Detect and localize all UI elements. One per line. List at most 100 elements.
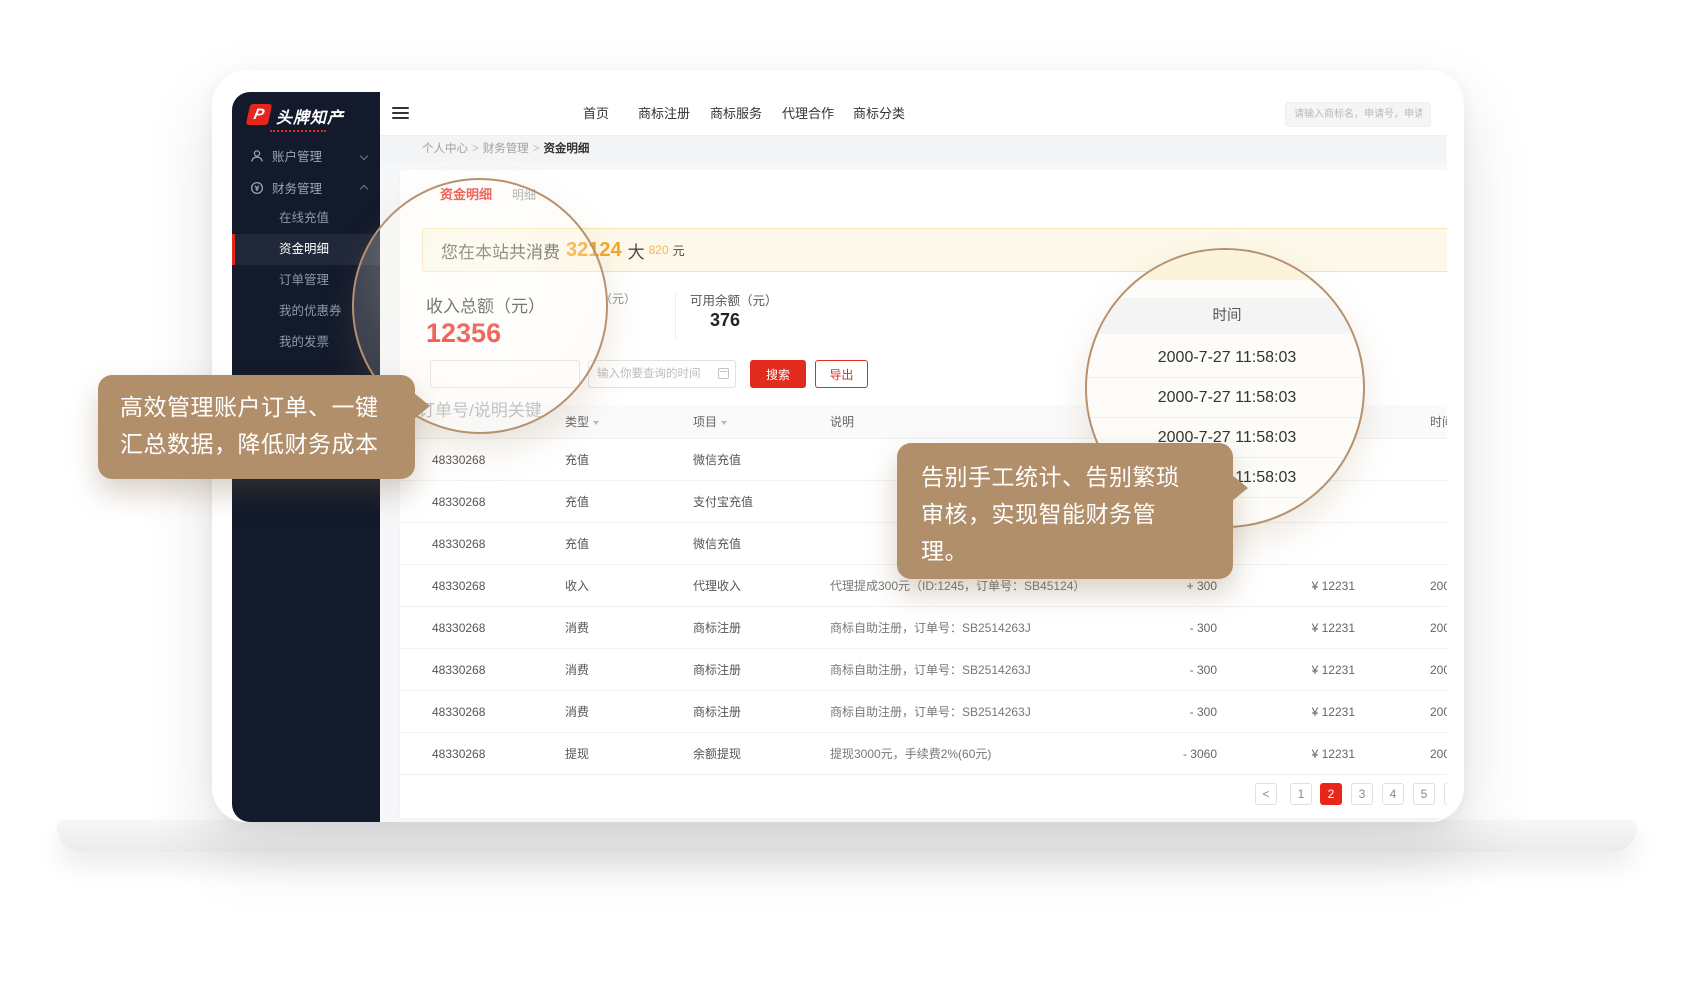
cell-type: 消费 [565,691,589,733]
tooltip-manage-orders: 高效管理账户订单、一键 汇总数据，降低财务成本 [98,375,415,479]
cell-project: 微信充值 [693,439,741,481]
breadcrumb: 个人中心>财务管理>资金明细 [380,136,1447,162]
sidebar-item-recharge[interactable]: 在线充值 [232,203,380,234]
pagination-page-2-active[interactable]: 2 [1320,783,1342,805]
cell-balance: ¥ 12231 [1275,607,1355,649]
top-navbar: 首页 商标注册 商标服务 代理合作 商标分类 [380,92,1447,136]
cell-project: 余额提现 [693,733,741,775]
cell-order-no: 48330268 [432,565,485,607]
pagination-prev-button[interactable]: < [1255,783,1277,805]
lens-banner-strip [1087,250,1365,280]
banner-unit: 元 [673,242,685,259]
table-row[interactable]: 48330268 消费 商标注册 商标自助注册，订单号：SB2514263J -… [400,691,1447,733]
table-row[interactable]: 48330268 消费 商标注册 商标自助注册，订单号：SB2514263J -… [400,607,1447,649]
search-input[interactable] [1285,102,1431,127]
tooltip-text: 高效管理账户订单、一键 [120,389,415,426]
cell-order-no: 48330268 [432,523,485,565]
table-row[interactable]: 48330268 提现 余额提现 提现3000元，手续费2%(60元) - 30… [400,733,1447,775]
logo[interactable]: P 头牌知产 [248,104,344,132]
coin-icon [250,181,264,195]
export-button[interactable]: 导出 [815,360,868,388]
cell-amount: - 300 [1157,691,1217,733]
pagination-page-5[interactable]: 5 [1413,783,1435,805]
available-balance-label: 可用余额（元） [690,290,778,309]
cell-desc: 商标自助注册，订单号：SB2514263J [830,607,1031,649]
nav-tab-trademark-class[interactable]: 商标分类 [853,92,905,136]
calendar-icon[interactable] [718,368,729,379]
keyword-input[interactable] [430,360,580,388]
tooltip-arrow [414,393,430,419]
pagination-page-4[interactable]: 4 [1382,783,1404,805]
cell-time: 2000-7-27 11:58:03 [1430,733,1447,775]
date-input[interactable] [588,360,736,388]
sidebar-item-label: 账户管理 [272,146,322,165]
nav-tab-trademark-register[interactable]: 商标注册 [638,92,690,136]
chevron-down-icon [721,421,727,425]
sidebar-item-label: 财务管理 [272,178,322,197]
lens-time-value: 2000-7-27 11:58:03 [1087,338,1365,378]
cell-type: 消费 [565,607,589,649]
sidebar-item-finance[interactable]: 财务管理 [232,172,380,203]
chevron-down-icon [593,421,599,425]
cell-balance: ¥ 12231 [1275,565,1355,607]
lens-time-value: 2000-7-27 11:58:03 [1087,378,1365,418]
breadcrumb-item[interactable]: 财务管理 [483,143,529,155]
cell-balance: ¥ 12231 [1275,691,1355,733]
sidebar-item-invoices[interactable]: 我的发票 [232,327,380,358]
income-total-value: 12356 [426,318,501,349]
column-header-project[interactable]: 项目 [693,405,727,439]
sidebar-item-account[interactable]: 账户管理 [232,140,380,171]
column-header-time: 时间 [1430,405,1447,439]
cell-time [1430,481,1447,523]
cell-project: 商标注册 [693,607,741,649]
column-header-desc: 说明 [830,405,854,439]
chevron-down-icon [360,151,368,159]
cell-project: 商标注册 [693,649,741,691]
nav-tab-trademark-service[interactable]: 商标服务 [710,92,762,136]
cell-project: 代理收入 [693,565,741,607]
banner-amount-small: 820 [649,243,669,257]
cell-type: 充值 [565,523,589,565]
nav-tab-home[interactable]: 首页 [583,92,609,136]
pagination-next-button[interactable]: > [1444,783,1447,805]
cell-time [1430,523,1447,565]
tooltip-text: 审核，实现智能财务管 [921,496,1233,533]
cell-order-no: 48330268 [432,649,485,691]
page: P 头牌知产 账户管理 财务管理 在线充值 [0,0,1696,1002]
sidebar-item-fund-detail[interactable]: 资金明细 [232,234,380,265]
banner-text: 您在本站共消费 [441,238,560,263]
pagination: < 1 2 3 4 5 > [400,783,1447,805]
tab-other-detail[interactable]: 明细 [512,186,536,203]
tooltip-smart-finance: 告别手工统计、告别繁琐 审核，实现智能财务管 理。 [897,443,1233,579]
laptop-base [57,820,1637,852]
cell-balance: ¥ 12231 [1275,733,1355,775]
tooltip-arrow [1232,475,1248,501]
breadcrumb-item[interactable]: 个人中心 [422,143,468,155]
expense-label-partial: （元） [600,290,636,307]
hamburger-menu-icon[interactable] [392,107,409,120]
available-balance-value: 376 [710,310,740,331]
pagination-page-3[interactable]: 3 [1351,783,1373,805]
cell-amount: - 3060 [1157,733,1217,775]
cell-desc: 商标自助注册，订单号：SB2514263J [830,649,1031,691]
cell-desc: 提现3000元，手续费2%(60元) [830,733,991,775]
banner-text: 大 [628,238,645,263]
cell-amount: - 300 [1157,607,1217,649]
cell-time: 2000-7-27 11:58:03 [1430,607,1447,649]
cell-balance [1275,523,1355,565]
pagination-page-1[interactable]: 1 [1290,783,1312,805]
sidebar-item-coupons[interactable]: 我的优惠券 [232,296,380,327]
lens-time-column-header: 时间 [1087,298,1365,334]
cell-order-no: 48330268 [432,691,485,733]
tooltip-text: 汇总数据，降低财务成本 [120,426,415,463]
search-button[interactable]: 搜索 [750,360,806,388]
sidebar-item-orders[interactable]: 订单管理 [232,265,380,296]
cell-project: 支付宝充值 [693,481,753,523]
user-icon [250,149,264,163]
tab-fund-detail[interactable]: 资金明细 [440,184,492,203]
column-header-type[interactable]: 类型 [565,405,599,439]
logo-flag-icon: P [246,104,272,125]
table-row[interactable]: 48330268 消费 商标注册 商标自助注册，订单号：SB2514263J -… [400,649,1447,691]
nav-tab-agent-coop[interactable]: 代理合作 [782,92,834,136]
cell-time: 2000-7-27 11:58:03 [1430,691,1447,733]
